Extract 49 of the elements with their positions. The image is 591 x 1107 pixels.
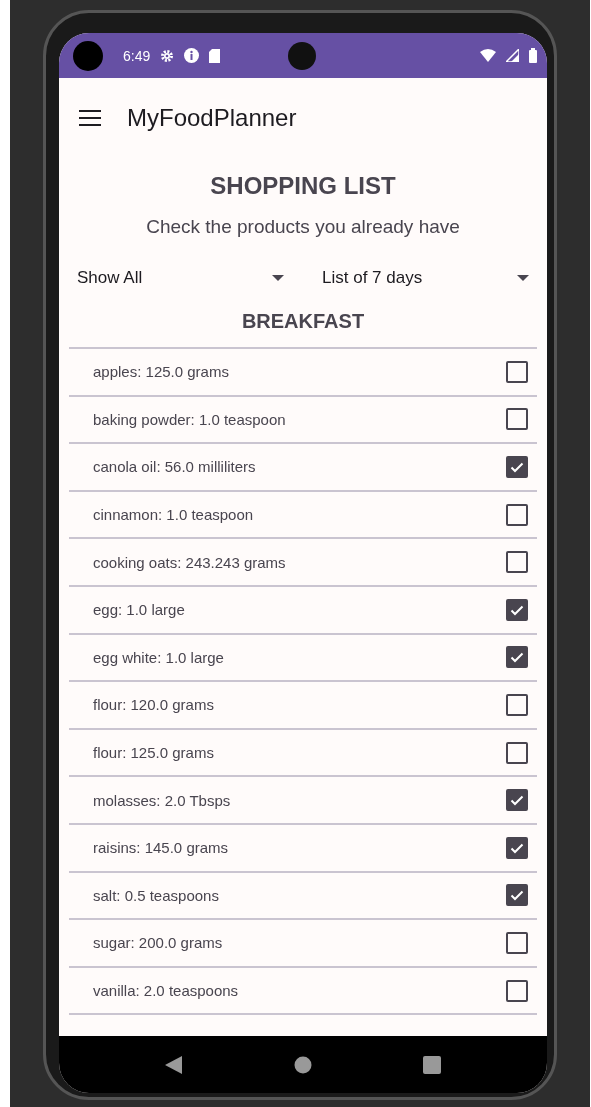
page-title: SHOPPING LIST <box>209 172 397 200</box>
checkbox[interactable] <box>506 646 528 669</box>
wifi-icon <box>480 49 496 62</box>
back-icon[interactable] <box>164 1055 183 1074</box>
caret-icon <box>517 275 529 281</box>
item-label: sugar: 200.0 grams <box>93 934 223 952</box>
recents-icon[interactable] <box>423 1055 442 1074</box>
checkbox[interactable] <box>506 979 528 1002</box>
item-label: cinnamon: 1.0 teaspoon <box>93 506 254 524</box>
item-label: flour: 120.0 grams <box>93 696 214 714</box>
item-label: baking powder: 1.0 teaspoon <box>93 410 286 428</box>
caret-icon <box>272 275 284 281</box>
item-label: egg: 1.0 large <box>93 601 185 619</box>
battery-icon <box>529 48 537 63</box>
checkbox[interactable] <box>506 931 528 954</box>
item-label: salt: 0.5 teaspoons <box>93 886 219 904</box>
checkbox[interactable] <box>506 598 528 621</box>
item-label: cooking oats: 243.243 grams <box>93 553 286 571</box>
front-camera <box>288 41 317 70</box>
app-title: MyFoodPlanner <box>127 104 297 132</box>
checkbox[interactable] <box>506 789 528 812</box>
home-icon[interactable] <box>294 1055 312 1074</box>
page-subtitle: Check the products you already have <box>145 216 461 238</box>
signal-icon <box>506 49 519 62</box>
checkbox[interactable] <box>506 741 528 764</box>
item-label: molasses: 2.0 Tbsps <box>93 791 231 809</box>
camera-cutout <box>73 40 103 71</box>
checkbox[interactable] <box>506 408 528 431</box>
sd-card-icon <box>209 48 221 63</box>
checkbox[interactable] <box>506 456 528 478</box>
section-title: BREAKFAST <box>240 310 366 333</box>
item-label: apples: 125.0 grams <box>93 363 229 381</box>
checkbox[interactable] <box>506 693 528 716</box>
checkbox[interactable] <box>506 360 528 383</box>
checkbox[interactable] <box>506 884 528 907</box>
menu-icon[interactable] <box>79 110 101 126</box>
dropdown[interactable]: List of 7 days <box>322 264 529 292</box>
status-time: 6:49 <box>123 47 151 64</box>
item-label: vanilla: 2.0 teaspoons <box>93 982 239 999</box>
gear-icon <box>160 48 175 63</box>
item-label: raisins: 145.0 grams <box>93 839 229 857</box>
checkbox[interactable] <box>506 551 528 574</box>
item-label: egg white: 1.0 large <box>93 648 224 666</box>
checkbox[interactable] <box>506 836 528 859</box>
item-label: canola oil: 56.0 milliliters <box>93 458 256 476</box>
info-icon <box>184 48 200 63</box>
dropdown[interactable]: Show All <box>77 264 284 292</box>
item-label: flour: 125.0 grams <box>93 744 214 762</box>
checkbox[interactable] <box>506 503 528 526</box>
